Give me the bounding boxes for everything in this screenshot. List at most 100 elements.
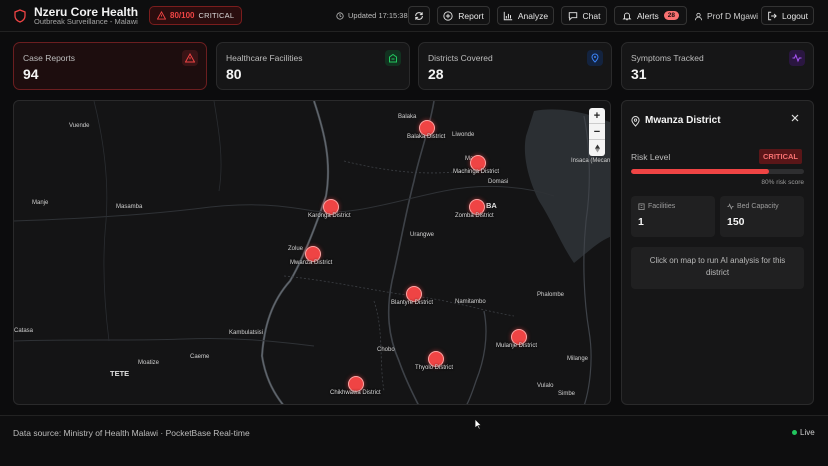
facilities-label: Facilities bbox=[648, 203, 676, 210]
map-place-label: Vulalo bbox=[537, 383, 554, 389]
map-place-label: Domasi bbox=[488, 179, 509, 185]
last-updated-text: Updated 17:15:38 bbox=[348, 11, 408, 20]
outbreak-map[interactable]: Zolue Balaka Liwonde Vuende Manje Masamb… bbox=[13, 100, 611, 405]
risk-level: CRITICAL bbox=[198, 11, 235, 20]
last-updated: Updated 17:15:38 bbox=[336, 11, 408, 20]
chat-label: Chat bbox=[582, 10, 601, 21]
map-place-label: Balaka bbox=[398, 114, 417, 120]
alerts-label: Alerts bbox=[637, 10, 659, 21]
stat-card-case-reports: Case Reports 94 bbox=[13, 42, 207, 90]
risk-level-label: Risk Level bbox=[631, 152, 671, 162]
activity-pulse-icon bbox=[727, 203, 734, 210]
close-icon bbox=[791, 114, 799, 122]
district-marker-label: Blantyre District bbox=[391, 300, 434, 306]
live-label: Live bbox=[800, 428, 815, 437]
stat-label: Districts Covered bbox=[428, 53, 493, 63]
map-place-label: Catasa bbox=[14, 328, 34, 334]
logout-button[interactable]: Logout bbox=[761, 6, 814, 25]
stat-label: Symptoms Tracked bbox=[631, 53, 704, 63]
zoom-in-button[interactable]: + bbox=[589, 108, 605, 124]
map-place-label: Phalombe bbox=[537, 292, 565, 298]
facilities-value: 1 bbox=[638, 216, 644, 228]
district-marker-label: Thyolo District bbox=[415, 365, 454, 371]
map-place-label: Milange bbox=[567, 356, 589, 362]
compass-reset-button[interactable] bbox=[589, 140, 605, 156]
stat-card-symptoms-tracked: Symptoms Tracked 31 bbox=[621, 42, 814, 90]
map-place-label: Zolue bbox=[109, 101, 124, 102]
alerts-button[interactable]: Alerts 28 bbox=[614, 6, 687, 25]
map-place-label: Vuende bbox=[69, 123, 90, 129]
live-dot-icon bbox=[792, 430, 797, 435]
hospital-building-icon bbox=[385, 50, 401, 66]
map-place-label: Namitambo bbox=[455, 299, 486, 305]
user-profile[interactable]: Prof D Mgawi bbox=[694, 11, 758, 21]
stat-label: Case Reports bbox=[23, 53, 75, 63]
activity-pulse-icon bbox=[789, 50, 805, 66]
map-place-label: TETE bbox=[110, 369, 130, 378]
analyze-label: Analyze bbox=[517, 10, 549, 21]
risk-progress-bar bbox=[631, 169, 804, 174]
ai-analysis-hint: Click on map to run AI analysis for this… bbox=[631, 247, 804, 289]
map-place-label: Urangwe bbox=[410, 232, 435, 238]
alerts-count-badge: 28 bbox=[663, 11, 679, 20]
district-title: Mwanza District bbox=[645, 115, 721, 126]
live-status: Live bbox=[792, 428, 815, 437]
top-bar: Nzeru Core Health Outbreak Surveillance … bbox=[0, 0, 828, 32]
risk-level-badge: CRITICAL bbox=[759, 149, 802, 164]
clock-icon bbox=[336, 11, 344, 20]
risk-score-text: 80% risk score bbox=[761, 179, 804, 186]
overall-risk-badge: 80/100 CRITICAL bbox=[149, 6, 242, 25]
stat-value: 28 bbox=[428, 66, 444, 82]
app-subtitle: Outbreak Surveillance - Malawi bbox=[34, 17, 138, 26]
map-place-label: Kambulatsisi bbox=[229, 330, 264, 336]
district-detail-panel: Mwanza District Risk Level CRITICAL 80% … bbox=[621, 100, 814, 405]
report-label: Report bbox=[458, 10, 484, 21]
zoom-out-button[interactable]: − bbox=[589, 124, 605, 140]
data-source-text: Data source: Ministry of Health Malawi ·… bbox=[13, 428, 250, 438]
mouse-cursor-icon bbox=[474, 418, 482, 430]
district-marker-label: Zomba District bbox=[455, 213, 494, 219]
building-icon bbox=[638, 203, 645, 210]
bed-capacity-box: Bed Capacity 150 bbox=[720, 196, 804, 237]
map-place-label: Moatize bbox=[138, 360, 160, 366]
map-place-label: Manje bbox=[32, 200, 49, 206]
chat-button[interactable]: Chat bbox=[561, 6, 607, 25]
warning-triangle-icon bbox=[157, 11, 166, 20]
plus-circle-icon bbox=[443, 10, 453, 21]
logout-label: Logout bbox=[782, 10, 808, 21]
stat-card-healthcare-facilities: Healthcare Facilities 80 bbox=[216, 42, 410, 90]
risk-score: 80/100 bbox=[170, 11, 195, 20]
map-pin-icon bbox=[587, 50, 603, 66]
bell-icon bbox=[622, 12, 632, 20]
footer: Data source: Ministry of Health Malawi ·… bbox=[0, 415, 828, 466]
map-place-label: Chobo bbox=[377, 347, 395, 353]
refresh-icon bbox=[415, 11, 423, 20]
district-marker-label: Chikhwawa District bbox=[330, 390, 381, 396]
report-button[interactable]: Report bbox=[437, 6, 490, 25]
map-place-label: BA bbox=[486, 201, 497, 210]
stat-label: Healthcare Facilities bbox=[226, 53, 303, 63]
map-place-label: Caeme bbox=[190, 354, 210, 360]
bed-capacity-label: Bed Capacity bbox=[737, 203, 779, 210]
close-panel-button[interactable] bbox=[791, 113, 799, 125]
logout-icon bbox=[768, 11, 777, 20]
district-marker-label: Karonga District bbox=[308, 213, 351, 219]
shield-logo-icon bbox=[14, 9, 26, 23]
map-place-label: Insaca (Mecan bbox=[571, 158, 611, 164]
bed-capacity-value: 150 bbox=[727, 216, 745, 228]
refresh-button[interactable] bbox=[408, 6, 430, 25]
chat-bubble-icon bbox=[568, 11, 577, 21]
map-pin-icon bbox=[631, 116, 640, 127]
district-marker-label: Mwanza District bbox=[290, 260, 333, 266]
stat-value: 94 bbox=[23, 66, 39, 82]
risk-progress-fill bbox=[631, 169, 770, 174]
stat-value: 31 bbox=[631, 66, 647, 82]
analyze-button[interactable]: Analyze bbox=[497, 6, 554, 25]
zoom-control: + − bbox=[589, 108, 605, 156]
facilities-box: Facilities 1 bbox=[631, 196, 715, 237]
bar-chart-icon bbox=[503, 11, 513, 20]
map-place-label: Liwonde bbox=[452, 132, 475, 138]
district-marker-label: Machinga District bbox=[453, 169, 500, 175]
user-name: Prof D Mgawi bbox=[707, 11, 759, 21]
compass-icon bbox=[594, 144, 600, 152]
